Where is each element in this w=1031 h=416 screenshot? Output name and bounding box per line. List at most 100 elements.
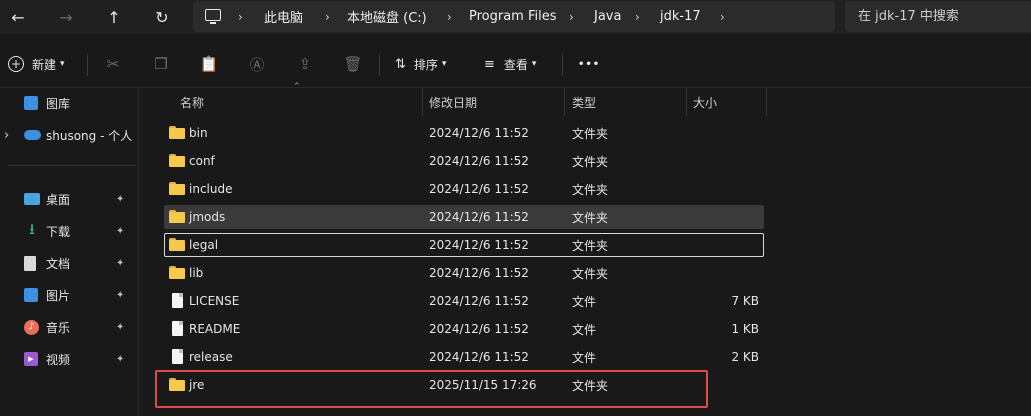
sidebar-item-videos[interactable]: ▶ 视频 ✦ xyxy=(0,346,138,372)
pictures-icon xyxy=(24,288,38,302)
navigation-pane: 图库 › shusong - 个人 桌面 ✦ ⭳ 下载 ✦ 文档 ✦ 图片 ✦ … xyxy=(0,88,138,416)
sidebar-item-label: 图片 xyxy=(46,288,71,303)
column-divider[interactable] xyxy=(766,88,767,116)
paste-icon[interactable]: 📋 xyxy=(199,54,219,74)
plus-circle-icon: + xyxy=(8,56,24,72)
view-button[interactable]: ≡ 查看 ▾ xyxy=(484,52,536,76)
sidebar-item-desktop[interactable]: 桌面 ✦ xyxy=(0,186,138,212)
file-row-bin[interactable]: bin 2024/12/6 11:52 文件夹 xyxy=(164,121,764,145)
file-size: 1 KB xyxy=(731,322,759,336)
delete-icon[interactable]: 🗑 xyxy=(343,54,363,74)
file-type: 文件夹 xyxy=(572,266,609,281)
file-name: conf xyxy=(189,154,215,168)
sidebar-item-pictures[interactable]: 图片 ✦ xyxy=(0,282,138,308)
column-header-name[interactable]: 名称 xyxy=(180,88,204,116)
column-divider[interactable] xyxy=(686,88,687,116)
file-name: release xyxy=(189,350,233,364)
column-header-size[interactable]: 大小 xyxy=(693,88,717,116)
file-icon xyxy=(172,293,183,308)
column-divider[interactable] xyxy=(422,88,423,116)
file-icon xyxy=(172,321,183,336)
file-type: 文件夹 xyxy=(572,210,609,225)
sidebar-item-label: 图库 xyxy=(46,96,71,111)
sidebar-item-gallery[interactable]: 图库 xyxy=(0,90,138,116)
breadcrumb-program-files[interactable]: Program Files xyxy=(469,1,557,32)
refresh-button[interactable]: ↻ xyxy=(147,4,177,30)
folder-icon xyxy=(169,126,185,139)
file-row-conf[interactable]: conf 2024/12/6 11:52 文件夹 xyxy=(164,149,764,173)
folder-icon xyxy=(169,210,185,223)
file-row-jre[interactable]: jre 2025/11/15 17:26 文件夹 xyxy=(164,373,764,397)
breadcrumb-java[interactable]: Java xyxy=(594,1,621,32)
file-type: 文件夹 xyxy=(572,154,609,169)
file-row-readme[interactable]: README 2024/12/6 11:52 文件 1 KB xyxy=(164,317,764,341)
up-button[interactable]: ↑ xyxy=(99,4,129,30)
file-row-include[interactable]: include 2024/12/6 11:52 文件夹 xyxy=(164,177,764,201)
sidebar-item-label: shusong - 个人 xyxy=(46,128,133,143)
up-arrow-icon: ↑ xyxy=(107,7,121,27)
forward-button[interactable]: → xyxy=(51,4,81,30)
file-name: README xyxy=(189,322,241,336)
file-modified: 2024/12/6 11:52 xyxy=(429,266,529,280)
file-name: include xyxy=(189,182,233,196)
address-bar[interactable]: › 此电脑 › 本地磁盘 (C:) › Program Files › Java… xyxy=(193,1,835,32)
sort-button[interactable]: ⇅ 排序 ▾ xyxy=(395,52,446,76)
chevron-down-icon: ▾ xyxy=(441,59,447,69)
breadcrumb-separator: › xyxy=(325,9,330,24)
column-divider[interactable] xyxy=(564,88,565,116)
rename-icon[interactable]: Ⓐ xyxy=(247,54,267,74)
search-input[interactable] xyxy=(845,1,1031,32)
folder-icon xyxy=(169,266,185,279)
column-header-modified[interactable]: 修改日期 xyxy=(429,88,477,116)
new-button[interactable]: + 新建 ▾ xyxy=(8,52,65,76)
breadcrumb-jdk17[interactable]: jdk-17 xyxy=(660,1,701,32)
gallery-icon xyxy=(24,96,38,110)
sidebar-item-downloads[interactable]: ⭳ 下载 ✦ xyxy=(0,218,138,244)
file-row-jmods[interactable]: jmods 2024/12/6 11:52 文件夹 xyxy=(164,205,764,229)
pin-icon: ✦ xyxy=(116,321,125,333)
desktop-icon xyxy=(24,193,40,205)
pin-icon: ✦ xyxy=(116,353,125,365)
sidebar-item-documents[interactable]: 文档 ✦ xyxy=(0,250,138,276)
file-row-release[interactable]: release 2024/12/6 11:52 文件 2 KB xyxy=(164,345,764,369)
sidebar-item-label: 音乐 xyxy=(46,320,71,335)
sidebar-item-label: 下载 xyxy=(46,224,71,239)
column-header-type[interactable]: 类型 xyxy=(572,88,596,116)
more-options-button[interactable]: ••• xyxy=(578,52,600,76)
pin-icon: ✦ xyxy=(116,193,125,205)
breadcrumb-separator: › xyxy=(720,9,725,24)
file-size: 7 KB xyxy=(731,294,759,308)
share-icon[interactable]: ⇪ xyxy=(295,54,315,74)
title-bar: ← → ↑ ↻ › 此电脑 › 本地磁盘 (C:) › Program File… xyxy=(0,0,1031,34)
file-modified: 2024/12/6 11:52 xyxy=(429,294,529,308)
file-modified: 2024/12/6 11:52 xyxy=(429,182,529,196)
copy-icon[interactable]: ❐ xyxy=(151,54,171,74)
pin-icon: ✦ xyxy=(116,257,125,269)
sidebar-scrollbar[interactable] xyxy=(138,88,148,416)
breadcrumb-this-pc[interactable]: 此电脑 xyxy=(264,1,303,32)
file-type: 文件夹 xyxy=(572,182,609,197)
file-row-lib[interactable]: lib 2024/12/6 11:52 文件夹 xyxy=(164,261,764,285)
folder-icon xyxy=(169,238,185,251)
file-row-license[interactable]: LICENSE 2024/12/6 11:52 文件 7 KB xyxy=(164,289,764,313)
cut-icon[interactable]: ✂ xyxy=(103,54,123,74)
sidebar-item-music[interactable]: ♪ 音乐 ✦ xyxy=(0,314,138,340)
sidebar-item-onedrive[interactable]: › shusong - 个人 xyxy=(0,122,138,148)
chevron-down-icon: ▾ xyxy=(60,59,65,69)
breadcrumb-separator: › xyxy=(447,9,452,24)
sort-icon: ⇅ xyxy=(395,56,406,72)
file-type: 文件夹 xyxy=(572,238,609,253)
breadcrumb-local-disk[interactable]: 本地磁盘 (C:) xyxy=(347,1,427,32)
file-row-legal[interactable]: legal 2024/12/6 11:52 文件夹 xyxy=(164,233,764,257)
file-modified: 2024/12/6 11:52 xyxy=(429,350,529,364)
sidebar-item-label: 桌面 xyxy=(46,192,71,207)
file-modified: 2024/12/6 11:52 xyxy=(429,322,529,336)
file-type: 文件夹 xyxy=(572,126,609,141)
folder-icon xyxy=(169,182,185,195)
file-icon xyxy=(172,349,183,364)
file-name: LICENSE xyxy=(189,294,240,308)
download-icon: ⭳ xyxy=(29,219,35,238)
file-type: 文件 xyxy=(572,294,597,309)
file-type: 文件 xyxy=(572,350,597,365)
back-button[interactable]: ← xyxy=(3,4,33,30)
